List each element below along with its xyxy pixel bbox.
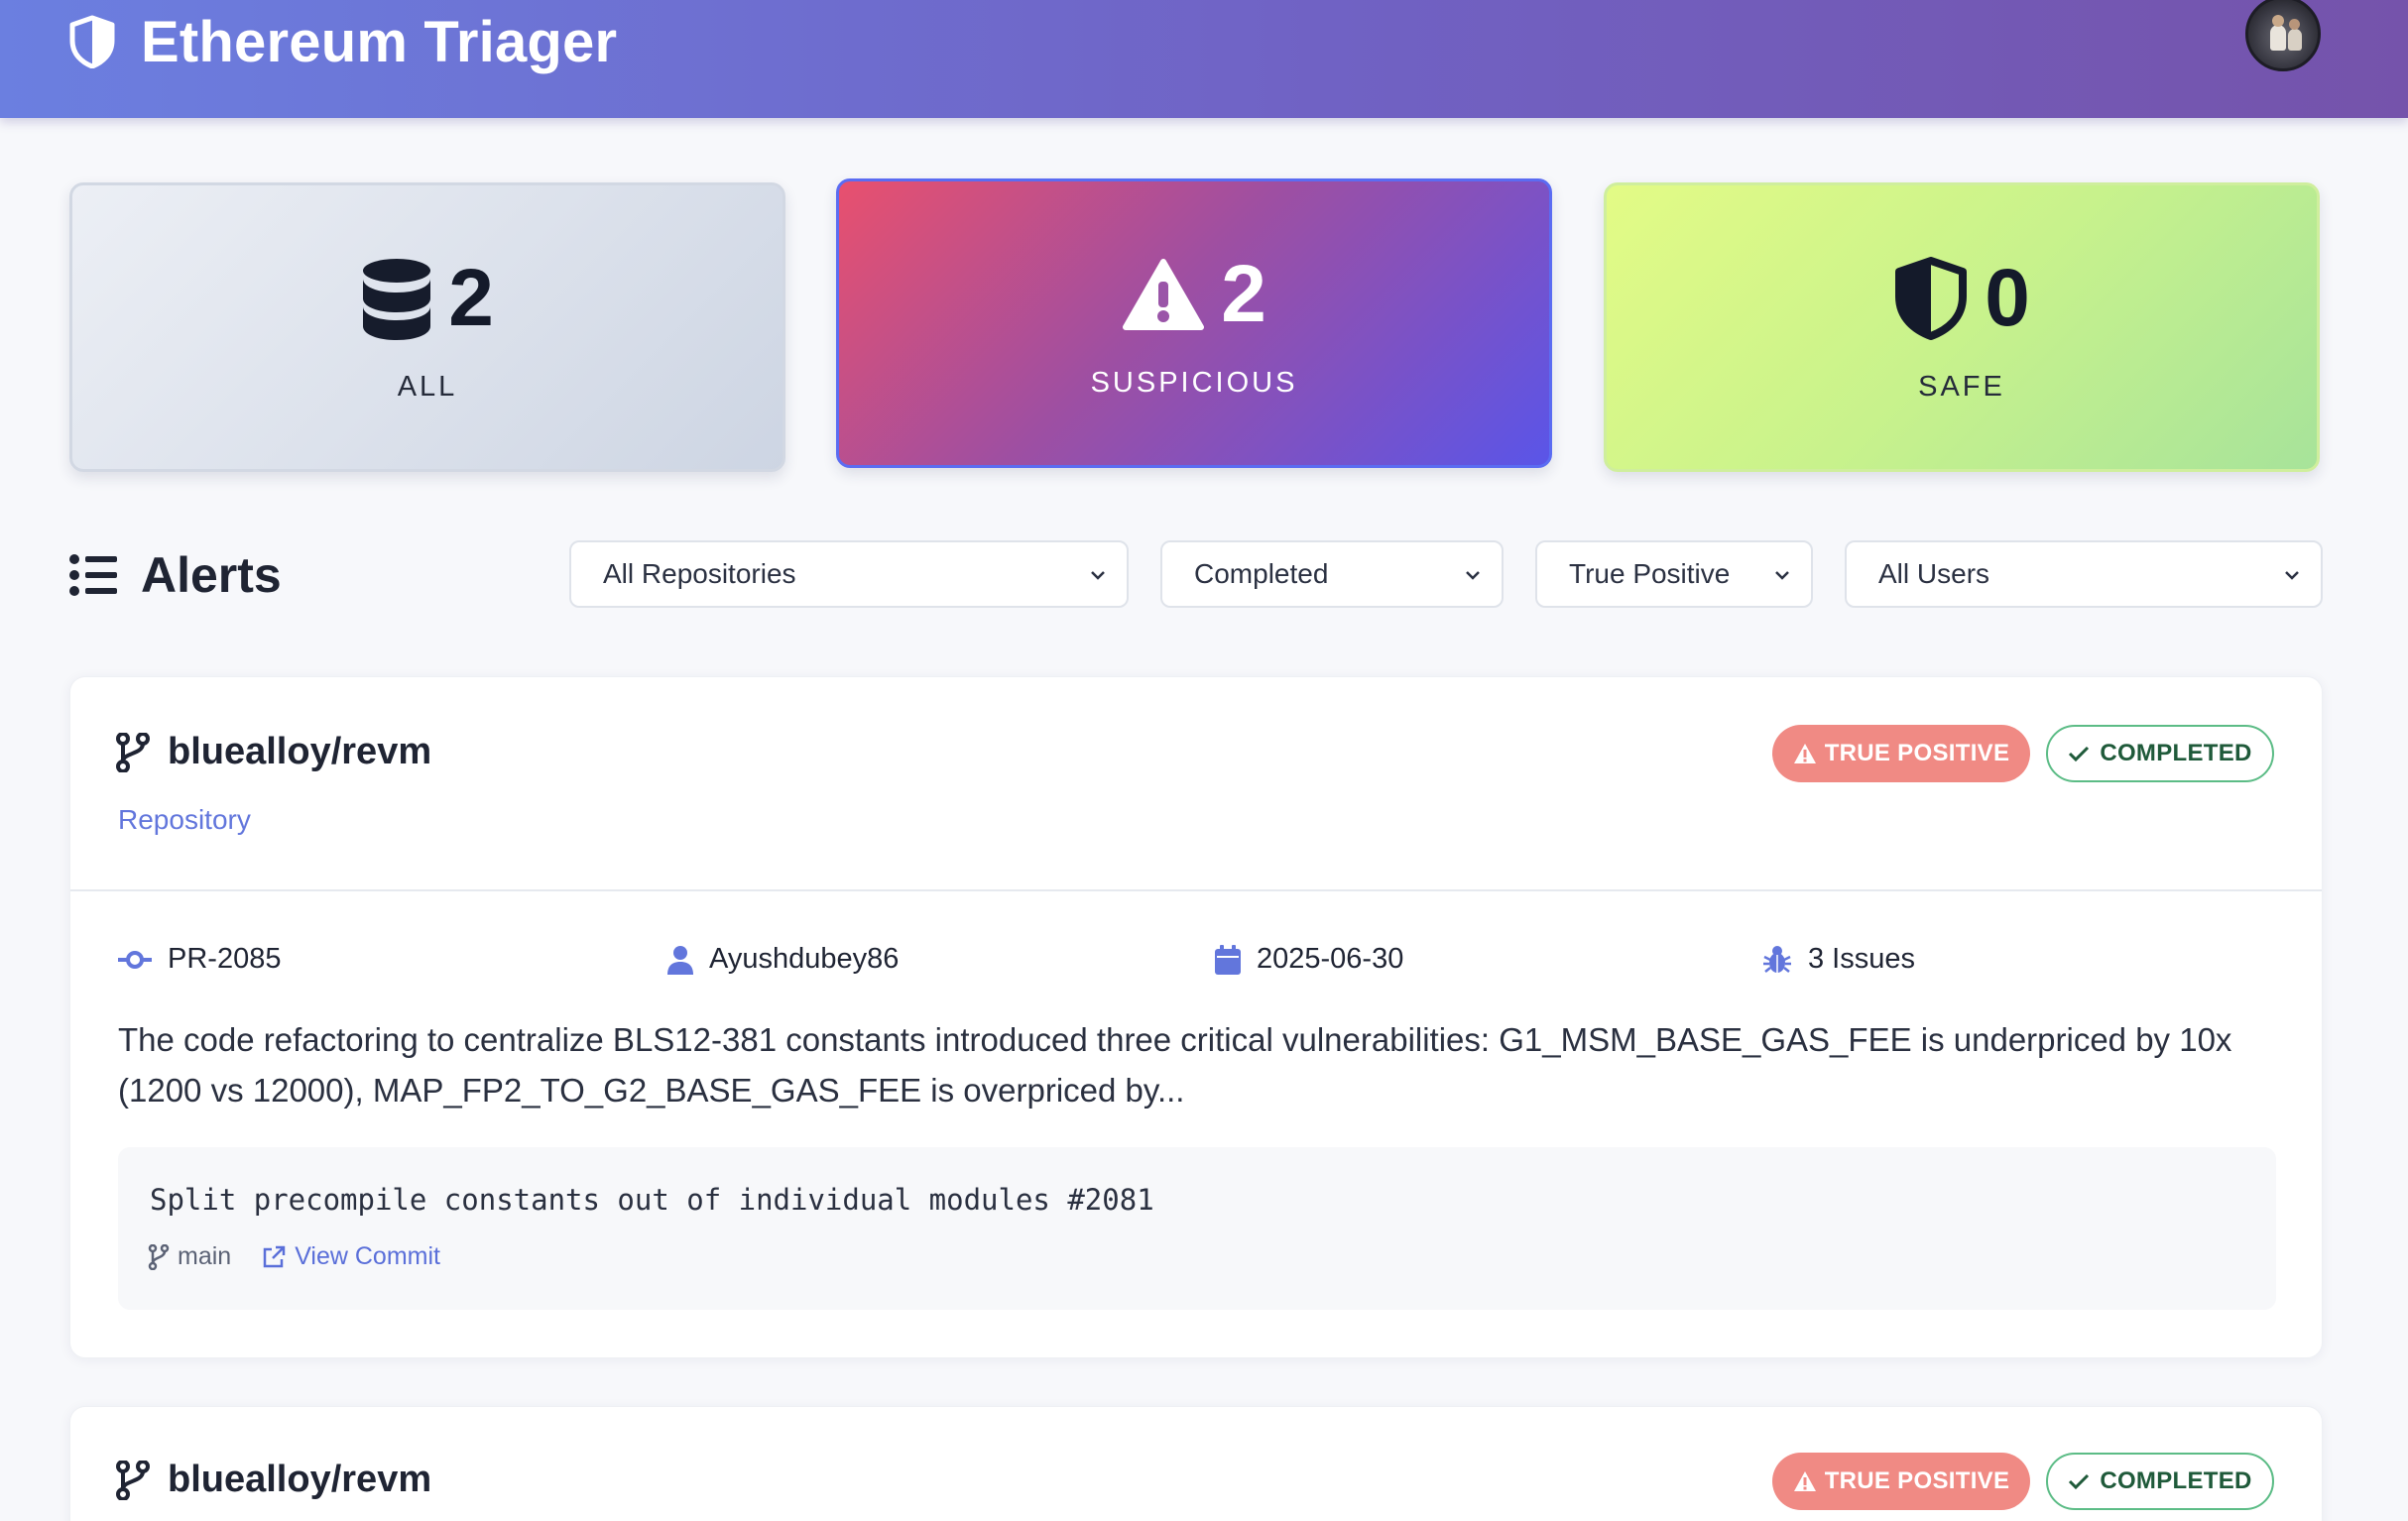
stat-all-label: ALL [397, 370, 458, 403]
stat-safe-label: SAFE [1918, 370, 2005, 403]
warning-triangle-icon [1793, 744, 1816, 763]
user-filter-value: All Users [1878, 558, 1990, 589]
repo-header: bluealloy/revm [116, 731, 431, 773]
completed-badge: COMPLETED [2046, 1453, 2274, 1510]
status-filter-value: Completed [1194, 558, 1329, 589]
alert-summary: The code refactoring to centralize BLS12… [118, 1021, 2232, 1109]
shield-half-icon [1895, 256, 1968, 340]
true-positive-label: TRUE POSITIVE [1824, 1467, 2010, 1494]
issues-meta: 3 Issues [1762, 943, 1915, 976]
branch-name: main [178, 1242, 232, 1270]
warning-triangle-icon [1123, 258, 1205, 330]
repo-name[interactable]: bluealloy/revm [168, 1459, 431, 1501]
external-link-icon [263, 1245, 286, 1267]
completed-badge: COMPLETED [2046, 725, 2274, 782]
repository-filter-value: All Repositories [603, 558, 796, 589]
view-commit-label: View Commit [295, 1242, 440, 1270]
shield-half-icon [69, 15, 115, 68]
chevron-down-icon [2285, 571, 2299, 580]
repository-filter-select[interactable]: All Repositories [569, 540, 1129, 608]
completed-label: COMPLETED [2100, 740, 2252, 766]
alerts-heading: Alerts [69, 543, 282, 607]
repo-header: bluealloy/revm [116, 1459, 431, 1501]
database-icon [363, 258, 431, 340]
alert-card[interactable]: bluealloy/revm Repository TRUE POSITIVE … [69, 676, 2323, 1358]
branch-tag: main [148, 1242, 231, 1271]
list-icon [69, 554, 117, 596]
brand[interactable]: Ethereum Triager [67, 6, 617, 77]
commit-message: Split precompile constants out of indivi… [150, 1183, 1154, 1217]
verdict-filter-select[interactable]: True Positive [1535, 540, 1813, 608]
true-positive-label: TRUE POSITIVE [1824, 740, 2010, 766]
bug-icon [1763, 945, 1791, 973]
alert-date: 2025-06-30 [1257, 943, 1404, 975]
chevron-down-icon [1466, 571, 1480, 580]
stat-suspicious-label: SUSPICIOUS [1090, 366, 1298, 399]
pr-number: PR-2085 [168, 943, 282, 975]
app-header: Ethereum Triager [0, 0, 2408, 118]
true-positive-badge: TRUE POSITIVE [1772, 1453, 2030, 1510]
card-divider [70, 889, 2322, 891]
pr-meta[interactable]: PR-2085 [118, 943, 281, 976]
alert-card[interactable]: bluealloy/revm TRUE POSITIVE COMPLETED [69, 1406, 2323, 1521]
author-meta: Ayushdubey86 [667, 943, 899, 976]
user-icon [667, 945, 693, 975]
status-filter-select[interactable]: Completed [1160, 540, 1504, 608]
chevron-down-icon [1775, 571, 1789, 580]
stat-card-suspicious[interactable]: 2 SUSPICIOUS [836, 178, 1552, 468]
code-branch-icon [148, 1243, 170, 1270]
warning-triangle-icon [1793, 1471, 1816, 1491]
check-icon [2069, 746, 2090, 762]
git-commit-icon [118, 950, 152, 969]
commit-box: Split precompile constants out of indivi… [118, 1147, 2276, 1310]
calendar-icon [1215, 944, 1241, 975]
stat-all-value: 2 [448, 252, 494, 343]
alerts-title: Alerts [141, 547, 282, 603]
issues-count: 3 Issues [1808, 943, 1915, 975]
user-filter-select[interactable]: All Users [1845, 540, 2323, 608]
stat-card-safe[interactable]: 0 SAFE [1604, 182, 2320, 472]
stat-card-all[interactable]: 2 ALL [69, 182, 785, 472]
chevron-down-icon [1091, 571, 1105, 580]
code-branch-icon [116, 1460, 150, 1500]
view-commit-link[interactable]: View Commit [261, 1242, 440, 1271]
commit-footer: main View Commit [148, 1242, 440, 1271]
completed-label: COMPLETED [2100, 1467, 2252, 1494]
stat-suspicious-value: 2 [1221, 248, 1266, 339]
stat-safe-value: 0 [1985, 252, 2030, 343]
check-icon [2069, 1473, 2090, 1490]
date-meta: 2025-06-30 [1215, 943, 1403, 976]
user-avatar[interactable] [2245, 0, 2321, 71]
repo-name[interactable]: bluealloy/revm [168, 731, 431, 773]
code-branch-icon [116, 732, 150, 772]
app-title: Ethereum Triager [141, 9, 618, 74]
true-positive-badge: TRUE POSITIVE [1772, 725, 2030, 782]
author-name: Ayushdubey86 [709, 943, 900, 975]
repository-link[interactable]: Repository [118, 804, 251, 836]
verdict-filter-value: True Positive [1569, 558, 1731, 589]
